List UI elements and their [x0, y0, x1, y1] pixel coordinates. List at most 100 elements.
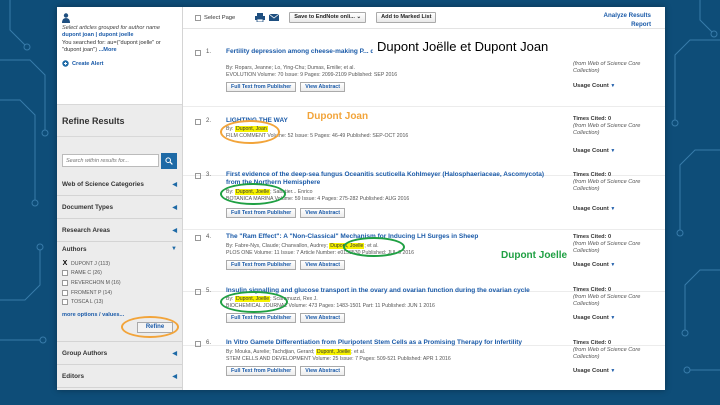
chevron-down-icon: ▼	[610, 206, 616, 212]
search-query: You searched for: au=("dupont joelle" or…	[62, 40, 161, 53]
full-text-button[interactable]: Full Text from Publisher	[226, 82, 297, 92]
select-page-checkbox[interactable]: Select Page	[195, 14, 235, 21]
record-checkbox[interactable]	[195, 341, 201, 347]
chevron-left-icon: ◀	[172, 373, 177, 380]
chevron-down-icon: ▼	[610, 315, 616, 321]
search-within-row	[57, 137, 182, 173]
chevron-down-icon: ▼	[610, 262, 616, 268]
toolbar-icons	[255, 13, 280, 22]
facet-categories[interactable]: Web of Science Categories ◀	[57, 173, 182, 196]
chevron-down-icon: ▼	[171, 246, 177, 252]
usage-count[interactable]: Usage Count ▼	[573, 148, 615, 154]
usage-count[interactable]: Usage Count ▼	[573, 83, 615, 89]
chevron-left-icon: ◀	[172, 227, 177, 234]
screenshot-frame: Select articles grouped for author name …	[57, 7, 665, 390]
joelle-annotation: Dupont Joelle	[501, 250, 568, 261]
author-group-panel: Select articles grouped for author name …	[57, 7, 182, 105]
chevron-down-icon: ▼	[610, 368, 616, 374]
chevron-down-icon: ▼	[610, 148, 616, 154]
usage-count[interactable]: Usage Count ▼	[573, 206, 615, 212]
full-text-button[interactable]: Full Text from Publisher	[226, 260, 297, 270]
chevron-left-icon: ◀	[172, 350, 177, 357]
facet-group-authors[interactable]: Group Authors ◀	[57, 342, 182, 365]
facet-editors[interactable]: Editors ◀	[57, 365, 182, 388]
times-cited: Times Cited: 0 (from Web of Science Core …	[573, 340, 641, 360]
full-text-button[interactable]: Full Text from Publisher	[226, 366, 297, 376]
record-checkbox[interactable]	[195, 235, 201, 241]
search-icon	[165, 156, 173, 165]
more-link[interactable]: ...More	[99, 47, 117, 53]
authors-facet-header[interactable]: Authors ▼	[62, 246, 177, 253]
record-title-link[interactable]: LIGHTING THE WAY	[226, 117, 556, 125]
times-cited: Times Cited: 0 (from Web of Science Core …	[573, 234, 641, 254]
author-highlight[interactable]: Dupont, Joelle	[315, 349, 352, 355]
checkbox[interactable]	[195, 14, 201, 21]
chevron-left-icon: ◀	[172, 181, 177, 188]
record-checkbox[interactable]	[195, 50, 201, 56]
chevron-down-icon: ▼	[610, 83, 616, 89]
times-cited: Times Cited: 0 (from Web of Science Core …	[573, 172, 641, 192]
usage-count[interactable]: Usage Count ▼	[573, 315, 615, 321]
record-source: EVOLUTION Volume: 70 Issue: 9 Pages: 209…	[226, 72, 398, 78]
checkbox[interactable]	[62, 270, 68, 277]
email-icon[interactable]	[269, 13, 280, 22]
author-option[interactable]: X DUPONT J (113)	[62, 259, 177, 269]
joan-highlight-oval	[220, 120, 280, 144]
view-abstract-button[interactable]: View Abstract	[300, 82, 345, 92]
chevron-down-icon: ⌄	[356, 14, 362, 20]
usage-count[interactable]: Usage Count ▼	[573, 368, 615, 374]
times-cited: Times Cited: 0 (from Web of Science Core …	[573, 116, 641, 136]
record-number: 3.	[206, 172, 212, 178]
times-cited: Times Cited: 0 (from Web of Science Core …	[573, 287, 641, 307]
record-checkbox[interactable]	[195, 289, 201, 295]
facet-document-types[interactable]: Document Types ◀	[57, 196, 182, 219]
record-buttons: Full Text from Publisher View Abstract	[226, 82, 345, 92]
refine-results-heading: Refine Results	[57, 105, 182, 137]
refine-sidebar: Select articles grouped for author name …	[57, 7, 183, 390]
grouped-names[interactable]: dupont joan | dupont joelle	[62, 32, 133, 38]
usage-count[interactable]: Usage Count ▼	[573, 262, 615, 268]
record-buttons: Full Text from Publisher View Abstract	[226, 260, 345, 270]
grouped-note: Select articles grouped for author name …	[62, 25, 160, 38]
result-record-6: 6. In Vitro Gamete Differentiation from …	[183, 338, 665, 390]
view-abstract-button[interactable]: View Abstract	[300, 366, 345, 376]
results-toolbar: Select Page Save to EndNote onli... ⌄ Ad…	[183, 7, 665, 29]
record-checkbox[interactable]	[195, 119, 201, 125]
author-option[interactable]: RAME C (26)	[62, 269, 177, 279]
refine-highlight-oval	[121, 316, 179, 338]
alert-icon	[62, 60, 69, 67]
full-text-button[interactable]: Full Text from Publisher	[226, 208, 297, 218]
full-text-button[interactable]: Full Text from Publisher	[226, 313, 297, 323]
analyze-results-link[interactable]: Analyze Results Report	[604, 11, 651, 29]
record-title-link[interactable]: In Vitro Gamete Differentiation from Plu…	[226, 339, 556, 347]
view-abstract-button[interactable]: View Abstract	[300, 313, 345, 323]
checkbox[interactable]	[62, 279, 68, 286]
record-number: 2.	[206, 118, 212, 124]
checkbox[interactable]	[62, 289, 68, 296]
record-number: 6.	[206, 340, 212, 346]
view-abstract-button[interactable]: View Abstract	[300, 260, 345, 270]
search-button[interactable]	[161, 152, 177, 169]
joelle-highlight-oval	[220, 183, 286, 205]
facet-research-areas[interactable]: Research Areas ◀	[57, 219, 182, 242]
joelle-highlight-oval	[220, 291, 288, 313]
times-cited: (from Web of Science Core Collection)	[573, 61, 641, 74]
author-option[interactable]: TOSCA L (13)	[62, 297, 177, 307]
print-icon[interactable]	[255, 13, 266, 22]
record-authors: By: Mouka, Aurelie; Tachdjian, Gerard; D…	[226, 349, 366, 355]
result-record-4: 4. The "Ram Effect": A "Non-Classical" M…	[183, 232, 665, 292]
view-abstract-button[interactable]: View Abstract	[300, 208, 345, 218]
author-option[interactable]: REVERCHON M (16)	[62, 278, 177, 288]
record-title-link[interactable]: First evidence of the deep-sea fungus Oc…	[226, 171, 556, 187]
record-source: STEM CELLS AND DEVELOPMENT Volume: 25 Is…	[226, 356, 451, 362]
add-to-marked-list-button[interactable]: Add to Marked List	[376, 12, 437, 23]
author-option[interactable]: FROMENT P (14)	[62, 288, 177, 298]
save-to-endnote-button[interactable]: Save to EndNote onli... ⌄	[289, 12, 367, 23]
record-authors: By: Ropars, Jeanne; Lo, Ying-Chu; Dumas,…	[226, 65, 355, 71]
create-alert-link[interactable]: Create Alert	[62, 60, 177, 67]
checkbox[interactable]	[62, 299, 68, 306]
record-checkbox[interactable]	[195, 173, 201, 179]
search-within-input[interactable]	[62, 154, 160, 167]
record-buttons: Full Text from Publisher View Abstract	[226, 366, 345, 376]
checked-x-icon: X	[62, 259, 68, 267]
